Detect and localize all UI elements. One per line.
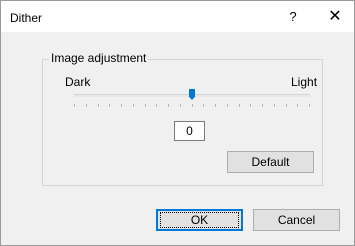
group-label: Image adjustment (49, 51, 149, 65)
slider-tick (215, 104, 216, 107)
slider-tick (74, 104, 75, 107)
default-button[interactable]: Default (227, 151, 314, 173)
slider-tick (180, 104, 181, 107)
dark-label: Dark (65, 75, 91, 89)
slider-tick (192, 104, 193, 107)
slider-tick (86, 104, 87, 107)
slider-tick (133, 104, 134, 107)
slider-ticks (74, 104, 310, 107)
close-button[interactable]: ✕ (323, 6, 347, 28)
slider-tick (250, 104, 251, 107)
slider-tick (274, 104, 275, 107)
slider-tick (262, 104, 263, 107)
slider-tick (98, 104, 99, 107)
dither-dialog: Dither ? ✕ Image adjustment Dark Light 0… (0, 0, 355, 246)
help-button[interactable]: ? (283, 8, 303, 26)
slider-tick (109, 104, 110, 107)
slider-tick (227, 104, 228, 107)
slider-tick (156, 104, 157, 107)
slider-tick (239, 104, 240, 107)
slider-tick (309, 104, 310, 107)
slider-tick (203, 104, 204, 107)
cancel-button[interactable]: Cancel (253, 209, 340, 231)
focus-rect (160, 212, 239, 228)
slider-tick (145, 104, 146, 107)
slider-tick (297, 104, 298, 107)
slider-tick (286, 104, 287, 107)
dialog-title: Dither (10, 11, 43, 25)
slider-tick (168, 104, 169, 107)
value-display: 0 (174, 121, 205, 141)
slider-tick (121, 104, 122, 107)
title-bar: Dither ? ✕ (1, 1, 354, 32)
light-label: Light (291, 75, 318, 89)
